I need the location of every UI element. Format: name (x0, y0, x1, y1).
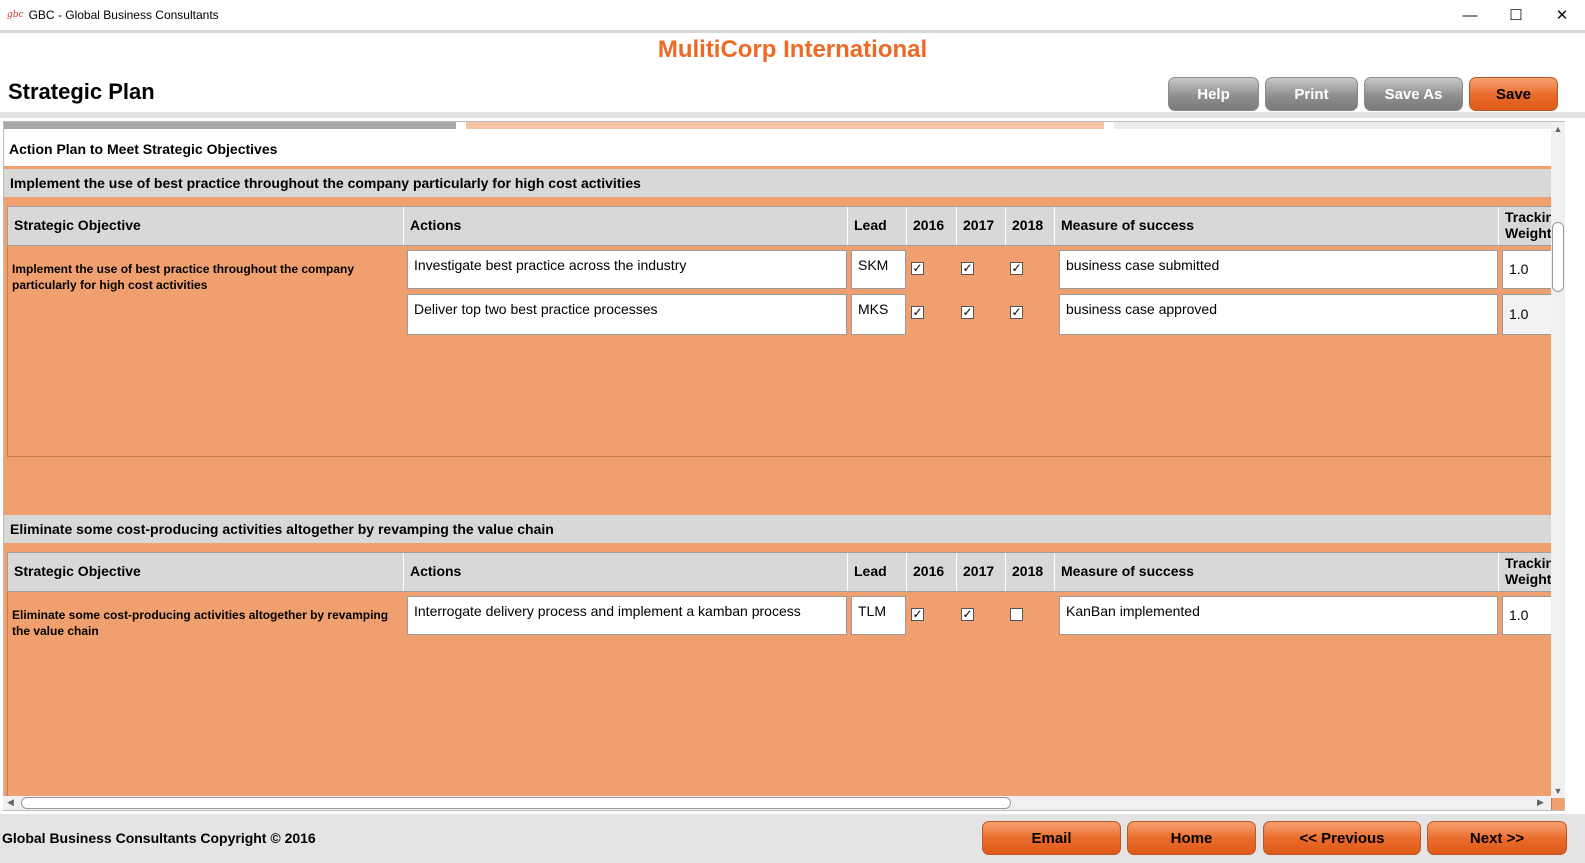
horizontal-scroll-thumb[interactable] (21, 797, 1011, 809)
checkbox-2017[interactable]: ✓ (961, 608, 974, 621)
checkbox-2017[interactable]: ✓ (961, 306, 974, 319)
header-divider (0, 112, 1585, 118)
action-field[interactable]: Investigate best practice across the ind… (407, 250, 847, 289)
maximize-icon[interactable]: ☐ (1493, 0, 1539, 30)
checkbox-2016[interactable]: ✓ (911, 306, 924, 319)
weight-field[interactable]: 1.0 (1502, 596, 1553, 635)
home-button[interactable]: Home (1127, 821, 1256, 855)
col-actions: Actions (404, 553, 848, 591)
section-heading: Eliminate some cost-producing activities… (4, 515, 1552, 543)
lead-field[interactable]: MKS (851, 294, 906, 335)
help-button[interactable]: Help (1168, 77, 1259, 111)
col-2017: 2017 (957, 207, 1006, 245)
weight-field[interactable]: 1.0 (1502, 250, 1553, 289)
vertical-scrollbar[interactable]: ▲ ▼ (1551, 122, 1565, 798)
titlebar-divider (0, 30, 1585, 33)
save-as-button[interactable]: Save As (1364, 77, 1463, 111)
minimize-icon[interactable]: — (1447, 0, 1493, 30)
progress-segment-3 (1114, 122, 1554, 129)
col-2018: 2018 (1006, 553, 1055, 591)
footer: Global Business Consultants Copyright © … (0, 814, 1585, 863)
column-header-row: Strategic Objective Actions Lead 2016 20… (7, 206, 1553, 246)
section-block: Implement the use of best practice throu… (7, 246, 1553, 457)
action-field[interactable]: Interrogate delivery process and impleme… (407, 596, 847, 635)
col-strategic-objective: Strategic Objective (8, 553, 404, 591)
vertical-scroll-thumb[interactable] (1552, 222, 1564, 292)
lead-field[interactable]: TLM (851, 596, 906, 635)
horizontal-scrollbar[interactable]: ◀ ▶ (3, 796, 1551, 810)
checkbox-2016[interactable]: ✓ (911, 262, 924, 275)
objective-text: Eliminate some cost-producing activities… (12, 608, 389, 638)
checkbox-2018[interactable]: ✓ (1010, 306, 1023, 319)
measure-field[interactable]: business case submitted (1059, 250, 1498, 289)
window-title: GBC - Global Business Consultants (28, 8, 219, 22)
action-plan-panel: Action Plan to Meet Strategic Objectives… (3, 121, 1565, 811)
scroll-right-icon[interactable]: ▶ (1537, 797, 1544, 808)
col-tracking-weight: Tracking Weight (1505, 209, 1553, 241)
measure-field[interactable]: business case approved (1059, 294, 1498, 335)
checkbox-2018[interactable]: ✓ (1010, 262, 1023, 275)
col-2018: 2018 (1006, 207, 1055, 245)
section-block: Eliminate some cost-producing activities… (7, 592, 1553, 810)
lead-field[interactable]: SKM (851, 250, 906, 289)
objective-text: Implement the use of best practice throu… (12, 262, 355, 292)
copyright-text: Global Business Consultants Copyright © … (2, 830, 316, 846)
scroll-up-icon[interactable]: ▲ (1551, 124, 1565, 134)
checkbox-2017[interactable]: ✓ (961, 262, 974, 275)
next-button[interactable]: Next >> (1427, 821, 1567, 855)
col-actions: Actions (404, 207, 848, 245)
close-icon[interactable]: ✕ (1539, 0, 1585, 30)
email-button[interactable]: Email (982, 821, 1121, 855)
col-tracking-weight: Tracking Weight (1505, 555, 1553, 587)
checkbox-2018[interactable] (1010, 608, 1023, 621)
save-button[interactable]: Save (1469, 77, 1558, 111)
col-2016: 2016 (907, 207, 957, 245)
progress-segment-2 (466, 122, 1104, 129)
col-lead: Lead (848, 553, 907, 591)
action-field[interactable]: Deliver top two best practice processes (407, 294, 847, 335)
progress-segment-1 (4, 122, 456, 129)
checkbox-2016[interactable]: ✓ (911, 608, 924, 621)
window-titlebar: gbc GBC - Global Business Consultants — … (0, 0, 1585, 30)
plan-title: Action Plan to Meet Strategic Objectives (9, 141, 278, 157)
scroll-down-icon[interactable]: ▼ (1551, 786, 1565, 796)
app-logo-icon: gbc (7, 10, 24, 20)
measure-field[interactable]: KanBan implemented (1059, 596, 1498, 635)
section-heading-text: Implement the use of best practice throu… (10, 175, 641, 191)
col-measure-of-success: Measure of success (1055, 553, 1499, 591)
weight-field[interactable]: 1.0 (1502, 294, 1553, 335)
window-controls: — ☐ ✕ (1447, 0, 1585, 30)
column-header-row: Strategic Objective Actions Lead 2016 20… (7, 552, 1553, 592)
progress-tabs (4, 122, 1564, 131)
plan-title-row: Action Plan to Meet Strategic Objectives (4, 131, 1552, 168)
previous-button[interactable]: << Previous (1263, 821, 1421, 855)
col-2017: 2017 (957, 553, 1006, 591)
col-measure-of-success: Measure of success (1055, 207, 1499, 245)
print-button[interactable]: Print (1265, 77, 1358, 111)
page-title: Strategic Plan (8, 79, 155, 104)
section-heading-text: Eliminate some cost-producing activities… (10, 521, 554, 537)
col-2016: 2016 (907, 553, 957, 591)
scroll-left-icon[interactable]: ◀ (7, 797, 14, 808)
col-strategic-objective: Strategic Objective (8, 207, 404, 245)
col-lead: Lead (848, 207, 907, 245)
section-heading: Implement the use of best practice throu… (4, 169, 1552, 197)
company-name: MulitiCorp International (657, 36, 928, 63)
